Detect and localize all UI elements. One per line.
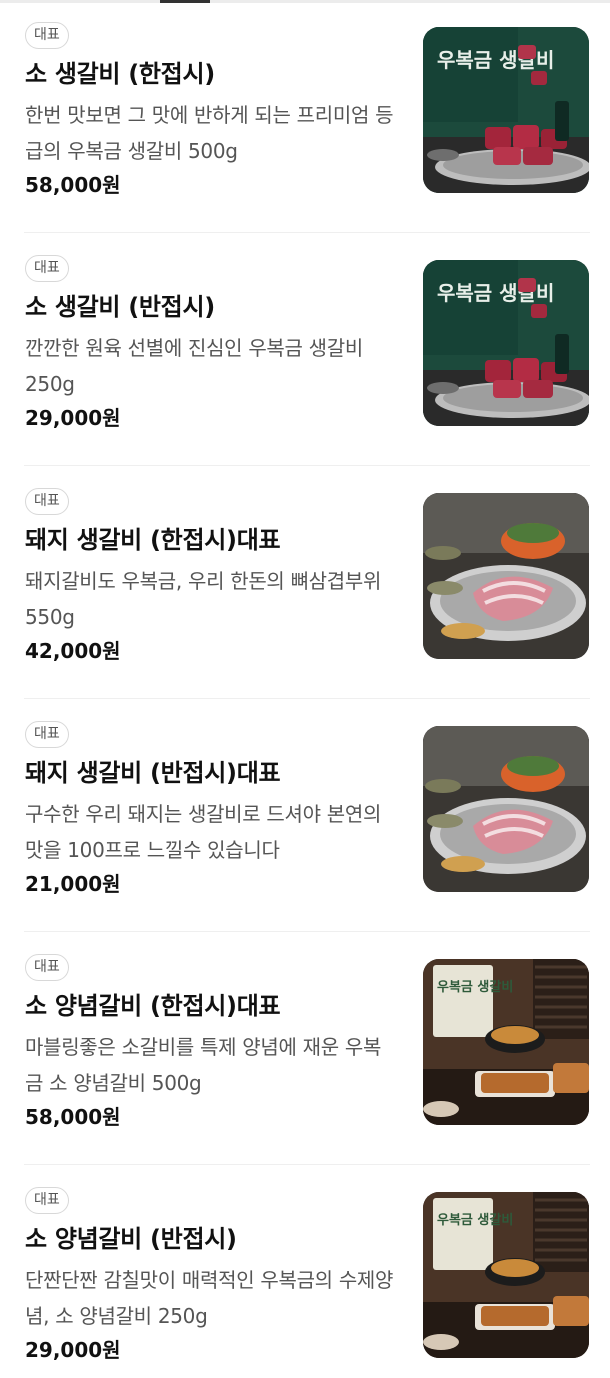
- menu-price: 58,000원: [25, 173, 121, 197]
- image-text-2: 우복금 생갈비: [437, 281, 554, 305]
- menu-description: 구수한 우리 돼지는 생갈비로 드셔야 본연의 맛을 100프로 느낄수 있습니…: [25, 802, 382, 862]
- menu-name: 소 양념갈비 (반접시): [25, 1225, 237, 1253]
- menu-item[interactable]: 대표 소 생갈비 (한접시) 한번 맛보면 그 맛에 반하게 되는 프리미엄 등…: [0, 0, 610, 233]
- marinated-beef-photo-icon[interactable]: 우복금 생갈비: [423, 1192, 589, 1358]
- marinated-beef-photo-illustration: 우복금 생갈비: [423, 959, 589, 1125]
- menu-item[interactable]: 대표 돼지 생갈비 (반접시)대표 구수한 우리 돼지는 생갈비로 드셔야 본연…: [0, 699, 610, 932]
- menu-description: 깐깐한 원육 선별에 진심인 우복금 생갈비 250g: [25, 336, 363, 396]
- menu-price: 42,000원: [25, 639, 121, 663]
- menu-price: 29,000원: [25, 1338, 121, 1362]
- image-text-6: 우복금 생갈비: [437, 1213, 513, 1228]
- menu-name: 소 생갈비 (반접시): [25, 293, 215, 321]
- signature-badge: 대표: [25, 954, 69, 981]
- marinated-beef-photo-icon[interactable]: 우복금 생갈비: [423, 959, 589, 1125]
- image-text-1: 우복금 생갈비: [437, 48, 554, 72]
- menu-description: 마블링좋은 소갈비를 특제 양념에 재운 우복금 소 양념갈비 500g: [25, 1035, 382, 1095]
- menu-name: 돼지 생갈비 (반접시)대표: [25, 759, 281, 787]
- menu-item[interactable]: 대표 소 양념갈비 (반접시) 단짠단짠 감칠맛이 매력적인 우복금의 수제양념…: [0, 1165, 610, 1378]
- beef-photo-icon[interactable]: 우복금 생갈비: [423, 27, 589, 193]
- signature-badge: 대표: [25, 255, 69, 282]
- pork-photo-icon[interactable]: [423, 493, 589, 659]
- menu-name: 돼지 생갈비 (한접시)대표: [25, 526, 281, 554]
- beef-photo-illustration: 우복금 생갈비: [423, 27, 589, 193]
- signature-badge: 대표: [25, 488, 69, 515]
- beef-photo-illustration: 우복금 생갈비: [423, 260, 589, 426]
- menu-price: 58,000원: [25, 1105, 121, 1129]
- menu-price: 21,000원: [25, 872, 121, 896]
- menu-price: 29,000원: [25, 406, 121, 430]
- pork-photo-icon[interactable]: [423, 726, 589, 892]
- image-text-5: 우복금 생갈비: [437, 980, 513, 995]
- menu-item[interactable]: 대표 소 생갈비 (반접시) 깐깐한 원육 선별에 진심인 우복금 생갈비 25…: [0, 233, 610, 466]
- signature-badge: 대표: [25, 1187, 69, 1214]
- menu-description: 단짠단짠 감칠맛이 매력적인 우복금의 수제양념, 소 양념갈비 250g: [25, 1268, 394, 1328]
- menu-item[interactable]: 대표 돼지 생갈비 (한접시)대표 돼지갈비도 우복금, 우리 한돈의 뼈삼겹부…: [0, 466, 610, 699]
- pork-photo-illustration: [423, 726, 589, 892]
- menu-item[interactable]: 대표 소 양념갈비 (한접시)대표 마블링좋은 소갈비를 특제 양념에 재운 우…: [0, 932, 610, 1165]
- signature-badge: 대표: [25, 721, 69, 748]
- marinated-beef-photo-illustration: 우복금 생갈비: [423, 1192, 589, 1358]
- beef-photo-icon[interactable]: 우복금 생갈비: [423, 260, 589, 426]
- menu-name: 소 생갈비 (한접시): [25, 60, 215, 88]
- pork-photo-illustration: [423, 493, 589, 659]
- menu-description: 돼지갈비도 우복금, 우리 한돈의 뼈삼겹부위 550g: [25, 569, 382, 629]
- menu-description: 한번 맛보면 그 맛에 반하게 되는 프리미엄 등급의 우복금 생갈비 500g: [25, 103, 394, 163]
- signature-badge: 대표: [25, 22, 69, 49]
- menu-name: 소 양념갈비 (한접시)대표: [25, 992, 281, 1020]
